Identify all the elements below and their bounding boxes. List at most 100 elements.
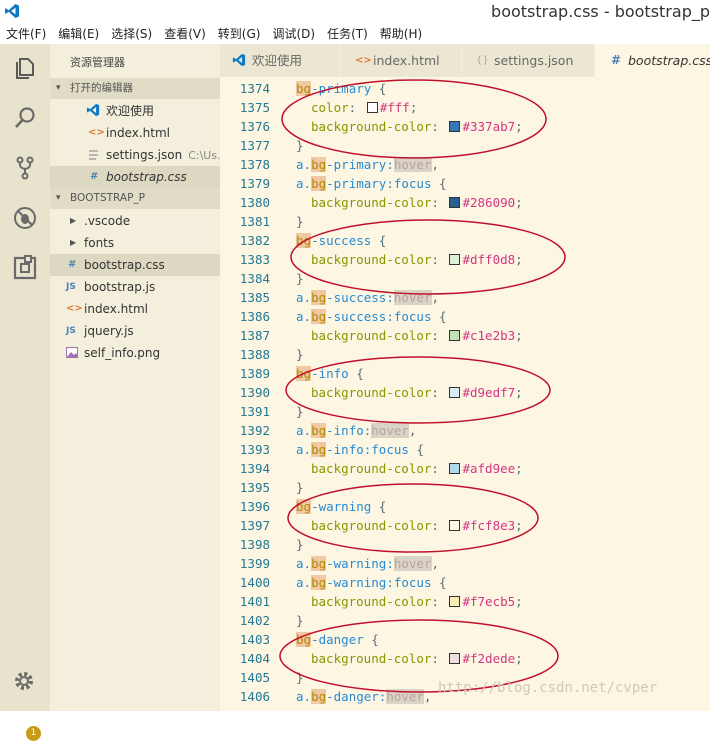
folder-vscode[interactable]: ▶ .vscode [50, 210, 220, 232]
selector-name: -success: [326, 290, 394, 305]
punctuation: : [431, 518, 447, 533]
code-text: } [296, 136, 304, 155]
closing-brace: } [296, 670, 304, 685]
tab-index-html[interactable]: <> index.html [341, 44, 462, 77]
css-value: #f7ecb5 [462, 594, 516, 609]
file-self-info-png[interactable]: self_info.png [50, 342, 220, 364]
menu-help[interactable]: 帮助(H) [380, 25, 422, 42]
color-swatch [449, 653, 461, 664]
tab-welcome[interactable]: 欢迎使用 [220, 44, 341, 77]
punctuation: { [363, 632, 379, 647]
chevron-right-icon: ▶ [70, 216, 77, 225]
punctuation: : [431, 461, 447, 476]
closing-brace: } [296, 138, 304, 153]
line-number: 1403 [239, 632, 270, 647]
gear-icon[interactable] [11, 668, 39, 696]
closing-brace: } [296, 404, 304, 419]
open-editor-index-html[interactable]: <> index.html [50, 122, 220, 144]
menu-debug[interactable]: 调试(D) [272, 25, 315, 42]
code-text: } [296, 345, 304, 364]
tab-bootstrap-css[interactable]: # bootstrap.css [595, 44, 710, 77]
selector-prefix: a. [296, 575, 312, 590]
punctuation: : [431, 252, 447, 267]
file-index-html[interactable]: <> index.html [50, 298, 220, 320]
open-editors-header[interactable]: ▾ 打开的编辑器 [50, 78, 220, 99]
explorer-icon[interactable] [11, 54, 39, 82]
code-line: 1390 background-color: #d9edf7; [220, 383, 710, 402]
line-number: 1396 [239, 499, 270, 514]
punctuation: { [431, 575, 447, 590]
line-number: 1405 [239, 670, 270, 685]
project-header[interactable]: ▾ BOOTSTRAP_P [50, 188, 220, 209]
search-highlight: bg [311, 309, 327, 324]
selector-name: -info [311, 366, 349, 381]
punctuation: { [431, 176, 447, 191]
code-text: background-color: #dff0d8; [311, 250, 523, 269]
folder-fonts[interactable]: ▶ fonts [50, 232, 220, 254]
closing-brace: } [296, 613, 304, 628]
extensions-icon[interactable] [11, 254, 39, 282]
code-text: bg-warning { [296, 497, 386, 516]
debug-icon[interactable] [11, 204, 39, 232]
line-number: 1374 [239, 81, 270, 96]
punctuation: { [431, 309, 447, 324]
css-property: background-color [311, 651, 432, 666]
search-highlight: bg [311, 423, 327, 438]
file-bootstrap-js[interactable]: JS bootstrap.js [50, 276, 220, 298]
search-highlight-hover: hover [371, 423, 409, 438]
menu-goto[interactable]: 转到(G) [218, 25, 261, 42]
search-icon[interactable] [11, 104, 39, 132]
closing-brace: } [296, 214, 304, 229]
code-editor[interactable]: 1374 bg-primary {1375 color: #fff; 1376 back… [220, 77, 710, 711]
line-number: 1397 [239, 518, 270, 533]
menu-tasks[interactable]: 任务(T) [327, 25, 368, 42]
color-swatch [449, 463, 461, 474]
menu-selection[interactable]: 选择(S) [111, 25, 152, 42]
code-text: a.bg-info:hover, [296, 421, 416, 440]
json-icon [89, 150, 98, 160]
menu-edit[interactable]: 编辑(E) [58, 25, 99, 42]
line-number: 1385 [239, 290, 270, 305]
code-text: } [296, 402, 304, 421]
code-text: background-color: #fcf8e3; [311, 516, 523, 535]
closing-brace: } [296, 271, 304, 286]
open-editor-bootstrap-css[interactable]: # bootstrap.css [50, 166, 220, 188]
color-swatch [449, 387, 461, 398]
color-swatch [449, 596, 461, 607]
color-swatch [449, 254, 461, 265]
menu-view[interactable]: 查看(V) [164, 25, 206, 42]
tab-settings-json[interactable]: {} settings.json [462, 44, 595, 77]
open-editor-welcome[interactable]: 欢迎使用 [50, 100, 220, 122]
code-text: bg-success { [296, 231, 386, 250]
punctuation: : [431, 195, 447, 210]
file-jquery-js[interactable]: JS jquery.js [50, 320, 220, 342]
selector-name: -primary:focus [326, 176, 432, 191]
punctuation: ; [515, 195, 523, 210]
punctuation: ; [515, 385, 523, 400]
search-highlight: bg [296, 499, 312, 514]
punctuation: : [431, 651, 447, 666]
sidebar-title: 资源管理器 [70, 56, 125, 69]
code-text: } [296, 269, 304, 288]
source-control-icon[interactable] [11, 154, 39, 182]
line-number: 1387 [239, 328, 270, 343]
punctuation: ; [515, 594, 523, 609]
punctuation: { [371, 81, 387, 96]
line-number: 1398 [239, 537, 270, 552]
line-number: 1392 [239, 423, 270, 438]
code-text: a.bg-primary:hover, [296, 155, 439, 174]
code-text: } [296, 611, 304, 630]
js-icon: JS [66, 326, 76, 336]
punctuation: { [371, 233, 387, 248]
line-number: 1381 [239, 214, 270, 229]
menu-file[interactable]: 文件(F) [6, 25, 46, 42]
code-line: 1400 a.bg-warning:focus { [220, 573, 710, 592]
file-bootstrap-css[interactable]: # bootstrap.css [50, 254, 220, 276]
code-line: 1384} [220, 269, 710, 288]
selector-prefix: a. [296, 556, 312, 571]
css-value: #286090 [462, 195, 516, 210]
chevron-down-icon: ▾ [56, 83, 61, 93]
code-text: a.bg-primary:focus { [296, 174, 447, 193]
code-text: background-color: #f2dede; [311, 649, 523, 668]
open-editor-settings-json[interactable]: settings.json C:\Us... [50, 144, 220, 166]
